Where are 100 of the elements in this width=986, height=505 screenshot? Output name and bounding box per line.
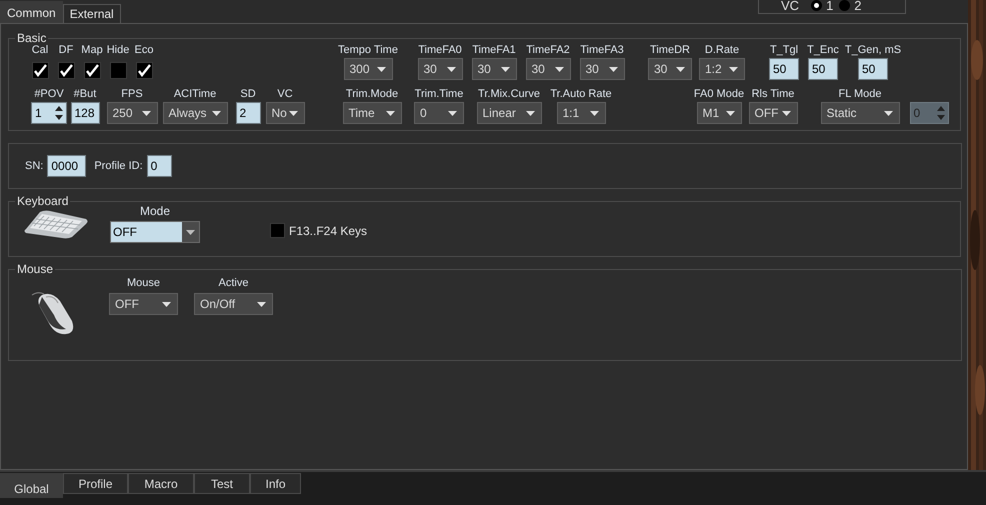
dropdown[interactable]: OFF (748, 102, 798, 124)
field-label: T_Gen, mS (844, 44, 902, 56)
caret-icon (376, 66, 386, 72)
caret-icon (729, 66, 738, 72)
checkbox[interactable] (136, 62, 152, 79)
tab[interactable]: Global (0, 473, 63, 498)
caret-icon (386, 110, 394, 116)
group-title: Keyboard (16, 195, 70, 207)
caret-icon (142, 110, 150, 116)
caret-icon (212, 110, 220, 116)
field-label: ACITime (174, 88, 216, 100)
field-label: Hide (106, 44, 130, 56)
radio-label: 2 (854, 0, 862, 12)
tab[interactable]: External (62, 4, 121, 23)
field-label: #But (74, 88, 96, 100)
input-field[interactable]: 50 (769, 58, 799, 80)
checkbox[interactable] (32, 62, 48, 79)
dropdown[interactable]: 30 (472, 58, 516, 80)
field-label: T_Enc (807, 44, 839, 56)
tab[interactable]: Profile (63, 473, 128, 494)
input-field[interactable]: 0000 (47, 155, 86, 177)
field-label: D.Rate (704, 44, 740, 56)
group-title: Basic (16, 32, 48, 44)
input-field[interactable]: 2 (236, 102, 260, 124)
field-label: Rls Time (752, 88, 794, 100)
field-label: TimeFA0 (418, 44, 462, 56)
dropdown[interactable]: OFF (109, 293, 178, 315)
dropdown[interactable]: M1 (696, 102, 742, 124)
dropdown[interactable]: No (266, 102, 304, 124)
radio-button[interactable] (839, 0, 850, 11)
field-label: T_Tgl (770, 44, 798, 56)
dropdown[interactable]: 30 (526, 58, 570, 80)
field-label: TimeFA2 (526, 44, 570, 56)
field-label: DF (58, 44, 74, 56)
checkbox-label: F13..F24 Keys (289, 224, 368, 238)
field-label: Profile ID: (94, 160, 143, 172)
dropdown[interactable]: 1:1 (556, 102, 606, 124)
dropdown[interactable]: OFF (110, 221, 200, 243)
field-label: TimeFA3 (580, 44, 624, 56)
checkmark-icon (60, 64, 72, 77)
checkbox[interactable] (58, 62, 74, 79)
field-label: Cal (32, 44, 48, 56)
dropdown[interactable]: 30 (580, 58, 624, 80)
checkbox[interactable] (84, 62, 100, 79)
dropdown[interactable]: 30 (648, 58, 692, 80)
dropdown[interactable]: 250 (106, 102, 158, 124)
input-field[interactable]: 50 (858, 58, 888, 80)
checkbox[interactable] (270, 223, 285, 238)
tab[interactable]: Test (194, 473, 250, 494)
field-label: FPS (121, 88, 143, 100)
caret-icon (676, 66, 685, 72)
dropdown[interactable]: 300 (344, 58, 392, 80)
dropdown[interactable]: Time (342, 102, 402, 124)
field-label: Trim.Time (414, 88, 464, 100)
dropdown[interactable]: 30 (418, 58, 462, 80)
checkbox[interactable] (110, 62, 126, 79)
radio-label: 1 (826, 0, 834, 12)
tab[interactable]: Macro (128, 473, 194, 494)
tab[interactable]: Common (0, 1, 63, 23)
field-label: TimeDR (650, 44, 690, 56)
dropdown[interactable]: 0 (414, 102, 464, 124)
input-field[interactable]: 0 (146, 155, 172, 177)
caret-icon (884, 110, 892, 116)
keyboard-icon (22, 209, 90, 239)
caret-icon (186, 230, 195, 234)
input-field[interactable]: 128 (70, 102, 100, 124)
caret-icon (608, 66, 618, 72)
caret-icon (554, 66, 564, 72)
caret-icon (782, 110, 790, 116)
dropdown[interactable]: Always (162, 102, 228, 124)
caret-icon (257, 302, 266, 306)
vc-label: VC (781, 0, 800, 12)
caret-icon (446, 66, 456, 72)
dropdown[interactable]: 1:2 (699, 58, 745, 80)
field-label: FL Mode (838, 88, 882, 100)
radio-option[interactable]: 2 (839, 0, 862, 12)
caret-icon (526, 110, 534, 116)
field-label: VC (277, 88, 293, 100)
caret-icon (726, 110, 734, 116)
field-label: #POV (34, 88, 64, 100)
mouse-icon (30, 291, 76, 335)
dropdown[interactable]: Linear (476, 102, 542, 124)
caret-icon (500, 66, 510, 72)
field-label: Mode (140, 205, 170, 218)
group-title: Mouse (16, 263, 54, 275)
radio-option[interactable]: 1 (811, 0, 834, 12)
tab[interactable]: Info (250, 473, 301, 494)
field-label: Map (81, 44, 103, 56)
spinner-field[interactable]: 1 (31, 102, 67, 124)
spinner-arrows-icon[interactable] (55, 106, 63, 120)
field-label: SN: (25, 160, 44, 172)
field-label: Active (218, 277, 248, 289)
dropdown[interactable]: Static (820, 102, 900, 124)
field-label: SD (240, 88, 256, 100)
input-field[interactable]: 50 (808, 58, 838, 80)
radio-button[interactable] (811, 0, 822, 11)
checkmark-icon (34, 64, 46, 77)
field-label: Tempo Time (338, 44, 398, 56)
field-label: Tr.Auto Rate (550, 88, 612, 100)
dropdown[interactable]: On/Off (194, 293, 273, 315)
